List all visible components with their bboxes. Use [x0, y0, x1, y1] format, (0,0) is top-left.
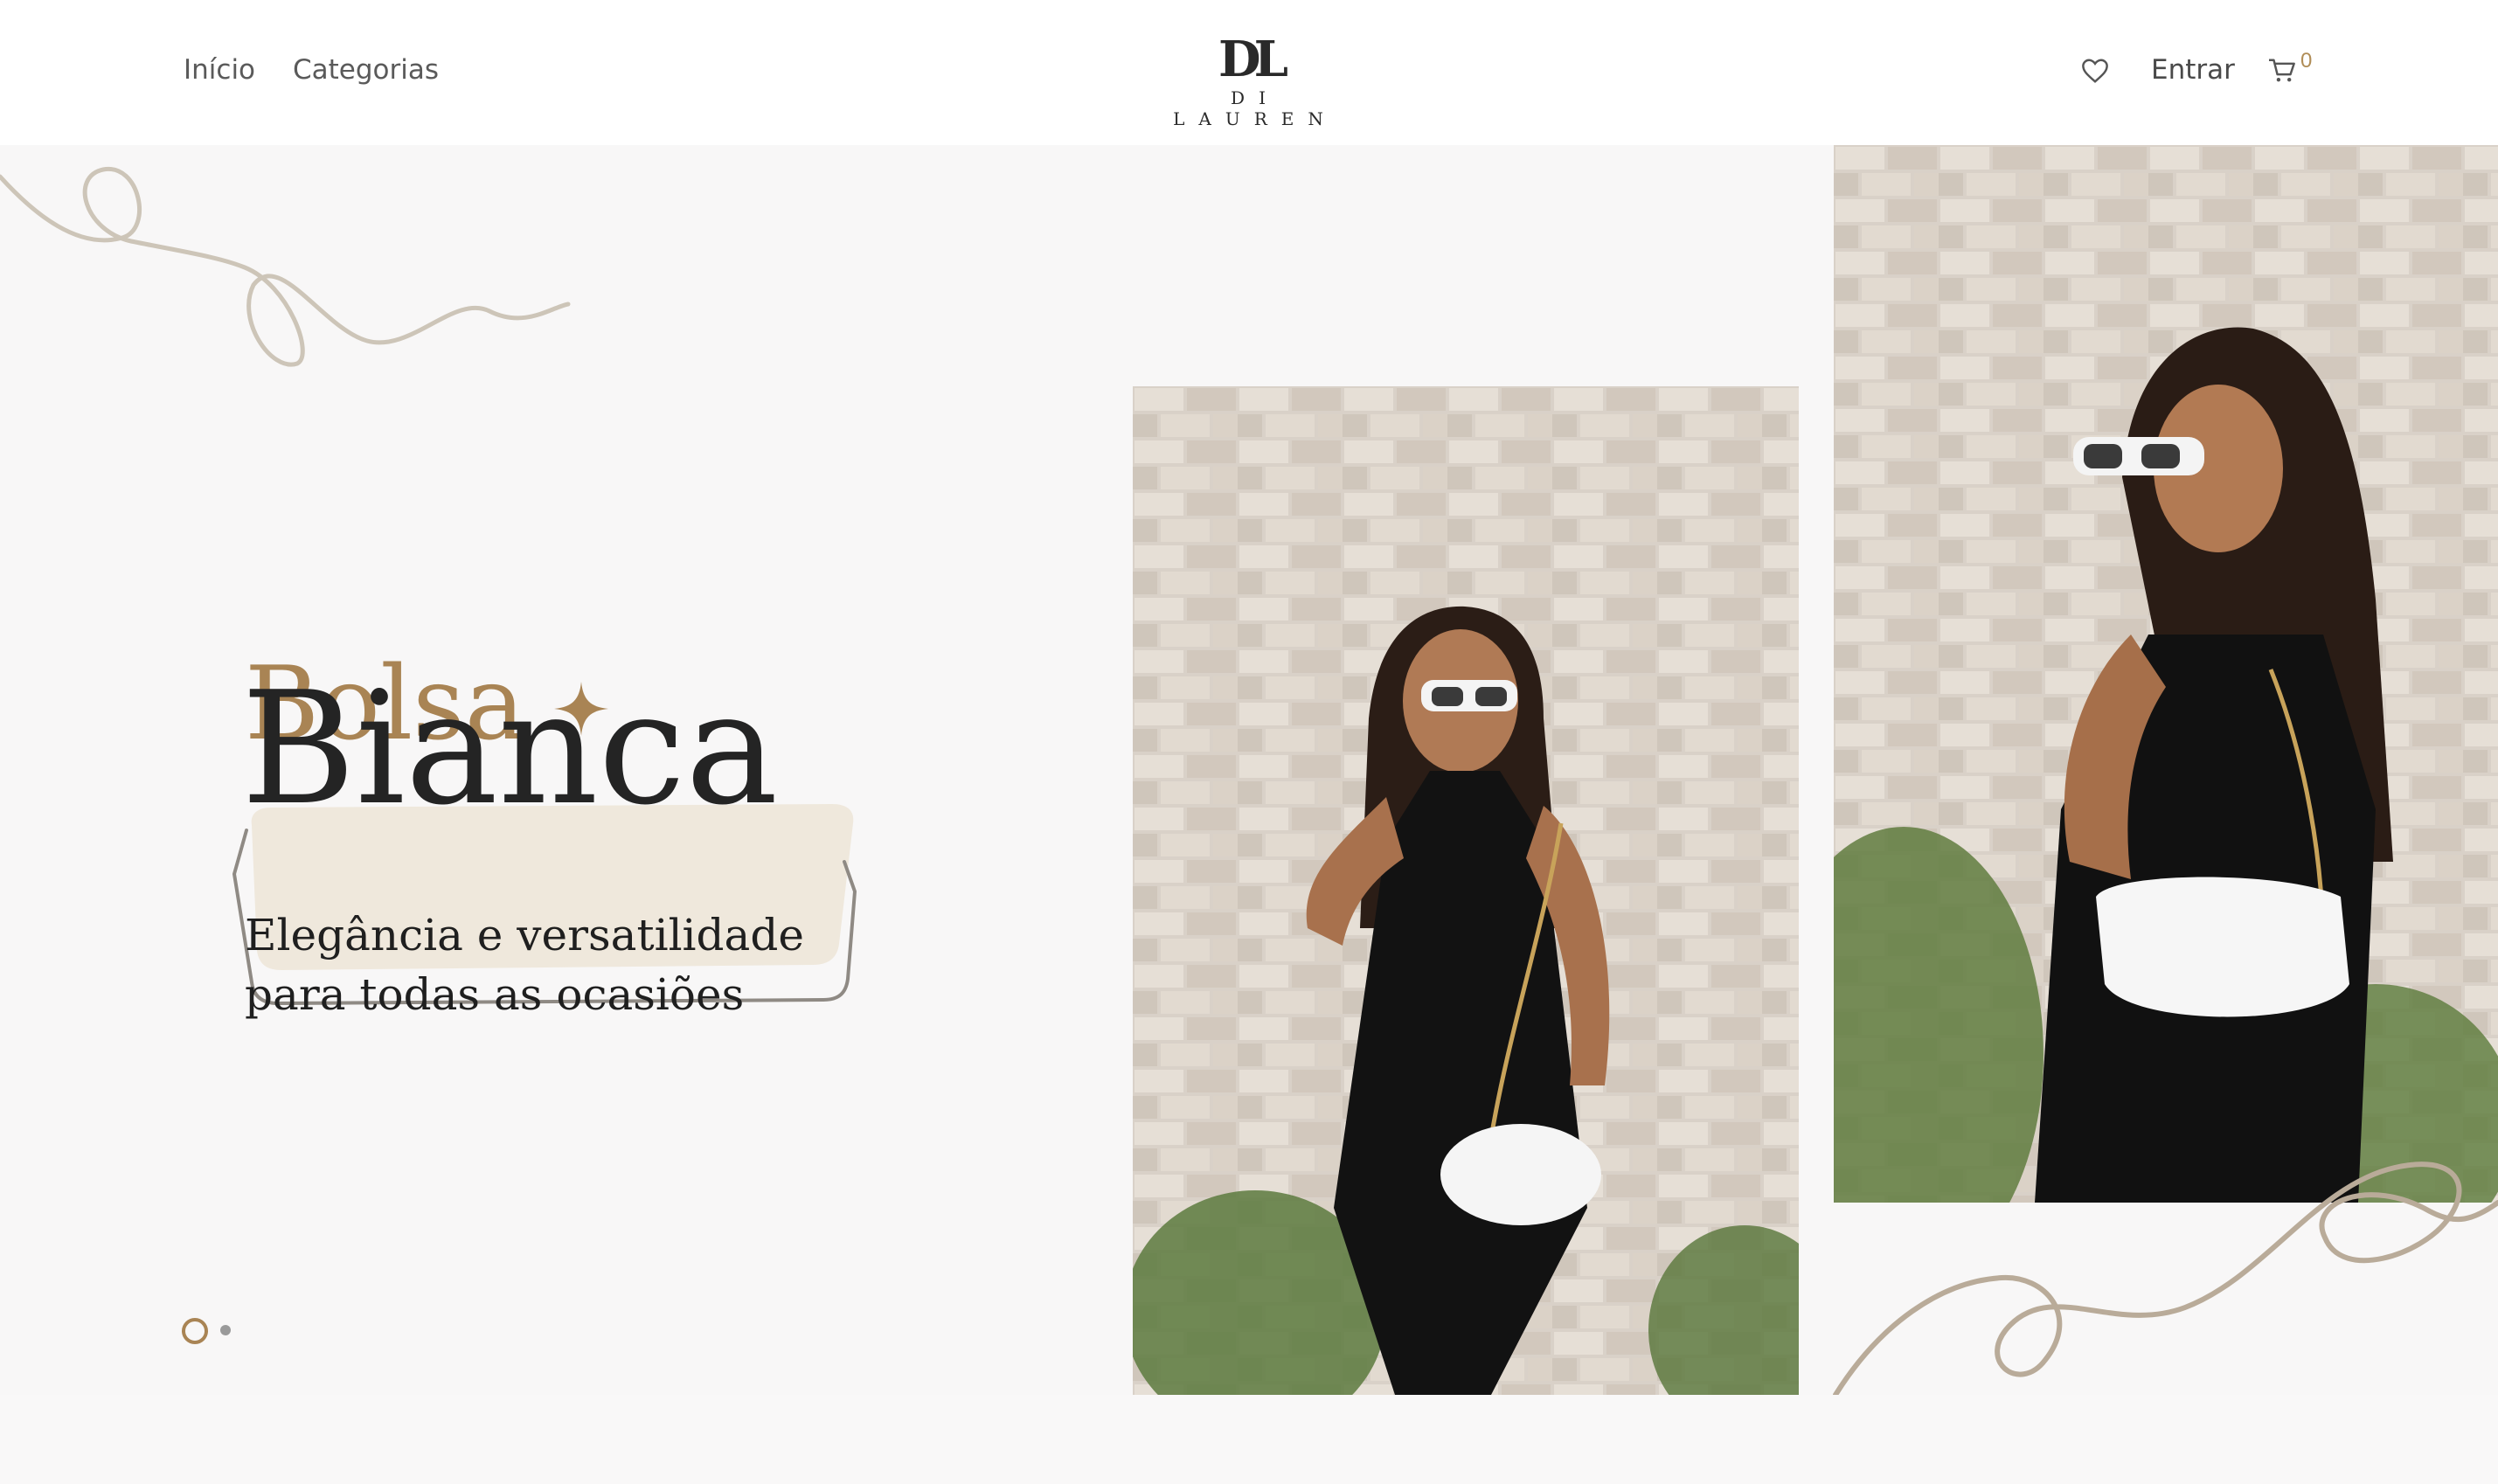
nav-home-link[interactable]: Início [184, 54, 255, 86]
heart-icon[interactable] [2080, 58, 2110, 88]
hero-banner: Bolsa Bianca Elegância e versatilidade p… [0, 145, 2498, 1395]
page-continuation [0, 1395, 2498, 1484]
logo-wordmark: DI LAUREN [1173, 87, 1337, 129]
site-header: Início Categorias DL DI LAUREN Entrar 0 [0, 0, 2498, 145]
login-link[interactable]: Entrar [2151, 54, 2235, 86]
nav-categories-link[interactable]: Categorias [293, 54, 439, 86]
cart-icon[interactable] [2267, 58, 2297, 88]
hero-title: Bianca [241, 658, 779, 839]
hero-tagline-line-1: Elegância e versatilidade [245, 910, 804, 960]
decorative-squiggle-top [0, 167, 571, 367]
decorative-squiggle-bottom [1833, 1162, 2498, 1395]
cart-count-badge: 0 [2300, 49, 2313, 73]
hero-photo-front [1133, 386, 1799, 1395]
slide-dot-1[interactable] [182, 1318, 208, 1344]
logo-monogram: DL [1218, 31, 1288, 88]
hero-tagline: Elegância e versatilidade para todas as … [245, 905, 857, 1024]
slide-dot-2[interactable] [220, 1325, 231, 1335]
hero-photo-side [1834, 145, 2498, 1203]
brand-logo[interactable]: DL DI LAUREN [1162, 31, 1337, 129]
hero-tagline-line-2: para todas as ocasiões [245, 969, 745, 1020]
